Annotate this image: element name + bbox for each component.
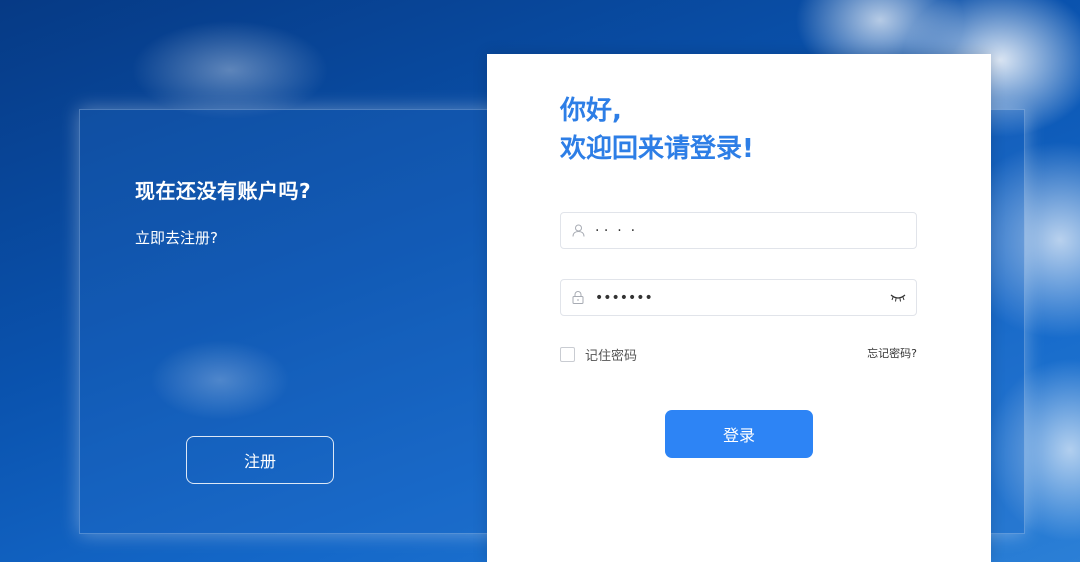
login-card: 你好, 欢迎回来请登录! · · · · ••••••• 记住密码 忘记密码? … [487,54,991,562]
cloud-decoration [150,340,290,420]
login-button[interactable]: 登录 [665,410,813,458]
register-button[interactable]: 注册 [186,436,334,484]
remember-password[interactable]: 记住密码 [560,345,637,364]
remember-label: 记住密码 [585,349,638,364]
remember-checkbox[interactable] [560,347,575,362]
register-prompt-title: 现在还没有账户吗? [135,179,312,203]
lock-icon [561,280,595,315]
password-input[interactable] [595,280,880,315]
eye-closed-icon[interactable] [880,280,916,315]
greeting-line-2: 欢迎回来请登录! [560,134,754,164]
user-icon [561,213,595,248]
forgot-password-link[interactable]: 忘记密码? [867,345,917,361]
username-input[interactable] [595,213,916,248]
username-field[interactable] [560,212,917,249]
register-prompt-subtitle: 立即去注册? [135,229,218,247]
greeting-line-1: 你好, [560,96,622,126]
greeting-title: 你好, 欢迎回来请登录! [560,92,754,168]
password-field[interactable] [560,279,917,316]
